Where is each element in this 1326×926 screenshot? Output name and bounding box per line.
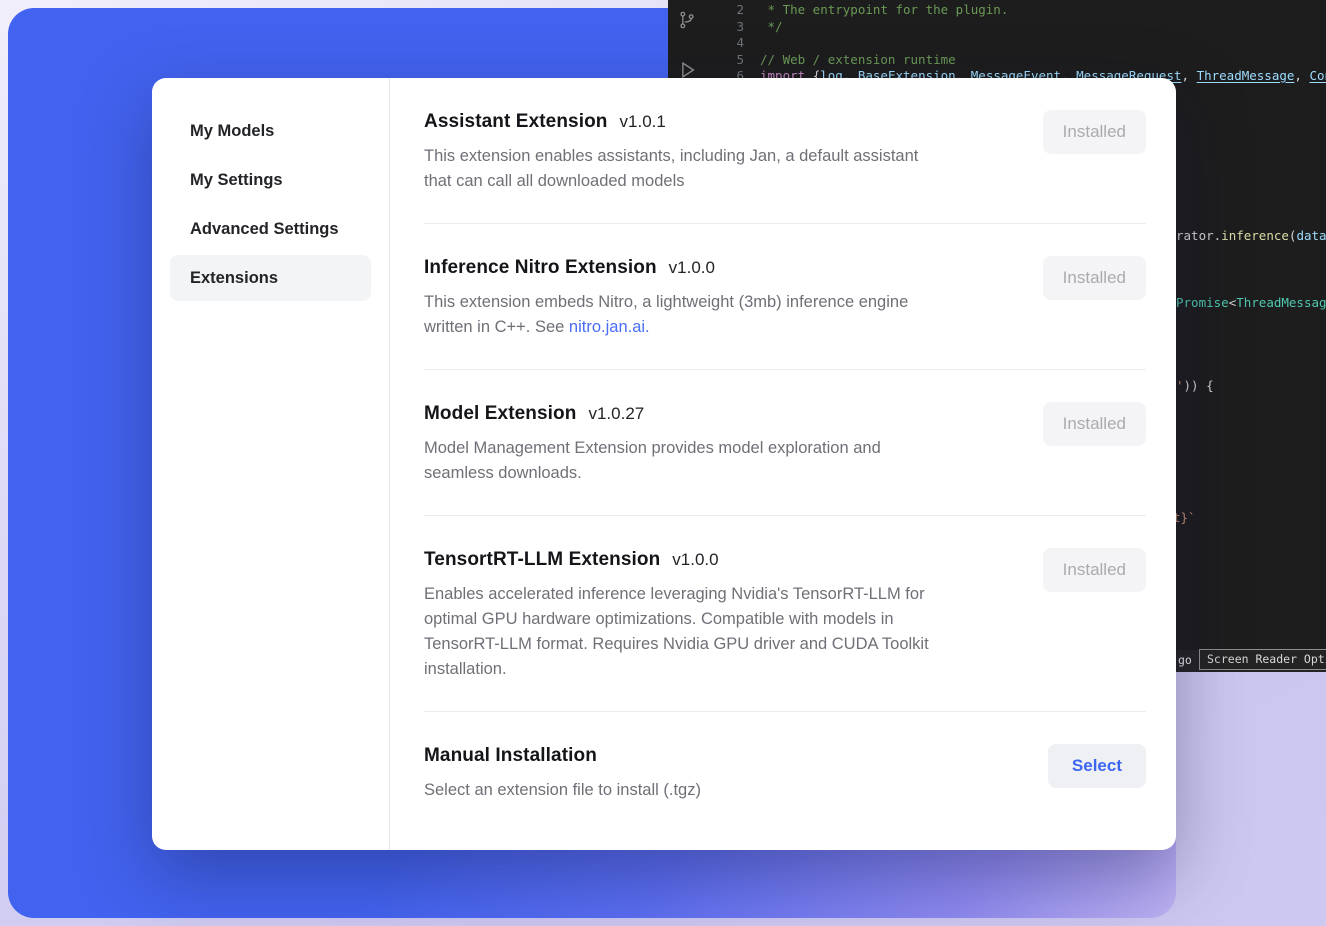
extension-description: Model Management Extension provides mode… [424, 436, 1019, 486]
manual-installation-title: Manual Installation [424, 745, 597, 767]
select-file-button[interactable]: Select [1048, 744, 1146, 788]
description-text: This extension embeds Nitro, a lightweig… [424, 293, 908, 336]
extension-title: Assistant Extension [424, 111, 608, 133]
code-fragment: t}` [1173, 510, 1196, 527]
sidebar-item-my-settings[interactable]: My Settings [170, 157, 371, 203]
settings-sidebar: My Models My Settings Advanced Settings … [152, 78, 390, 850]
code-fragment: ')) { [1176, 378, 1214, 395]
extension-title: TensortRT-LLM Extension [424, 549, 660, 571]
extension-version: v1.0.27 [588, 404, 644, 424]
desktop: 2 * The entrypoint for the plugin.3 */45… [0, 0, 1326, 926]
code-lines: 2 * The entrypoint for the plugin.3 */45… [706, 2, 1326, 85]
sidebar-item-extensions[interactable]: Extensions [170, 255, 371, 301]
extension-version: v1.0.1 [620, 112, 666, 132]
extensions-panel: Assistant Extension v1.0.1 This extensio… [390, 78, 1176, 850]
extension-row-assistant: Assistant Extension v1.0.1 This extensio… [424, 78, 1146, 224]
extension-row-model: Model Extension v1.0.27 Model Management… [424, 370, 1146, 516]
sidebar-item-advanced-settings[interactable]: Advanced Settings [170, 206, 371, 252]
extension-title: Model Extension [424, 403, 576, 425]
extension-version: v1.0.0 [669, 258, 715, 278]
extension-description: This extension embeds Nitro, a lightweig… [424, 290, 1019, 340]
manual-installation-row: Manual Installation Select an extension … [424, 712, 1146, 832]
extension-version: v1.0.0 [672, 550, 718, 570]
screen-reader-badge[interactable]: Screen Reader Optimized [1199, 649, 1326, 671]
extension-description: Enables accelerated inference leveraging… [424, 582, 1019, 682]
extension-row-nitro: Inference Nitro Extension v1.0.0 This ex… [424, 224, 1146, 370]
sidebar-item-my-models[interactable]: My Models [170, 108, 371, 154]
installed-button: Installed [1043, 402, 1146, 446]
extension-title: Inference Nitro Extension [424, 257, 657, 279]
status-text: go [1178, 652, 1192, 669]
nitro-jan-ai-link[interactable]: nitro.jan.ai. [569, 318, 650, 336]
code-fragment: rator.inference(data)); [1176, 228, 1326, 245]
code-fragment: Promise<ThreadMessage> [1176, 295, 1326, 312]
installed-button: Installed [1043, 110, 1146, 154]
extension-description: This extension enables assistants, inclu… [424, 144, 1019, 194]
extension-row-tensorrt: TensortRT-LLM Extension v1.0.0 Enables a… [424, 516, 1146, 712]
git-branch-icon[interactable] [677, 10, 697, 35]
installed-button: Installed [1043, 548, 1146, 592]
manual-installation-description: Select an extension file to install (.tg… [424, 778, 1024, 803]
settings-modal: My Models My Settings Advanced Settings … [152, 78, 1176, 850]
installed-button: Installed [1043, 256, 1146, 300]
